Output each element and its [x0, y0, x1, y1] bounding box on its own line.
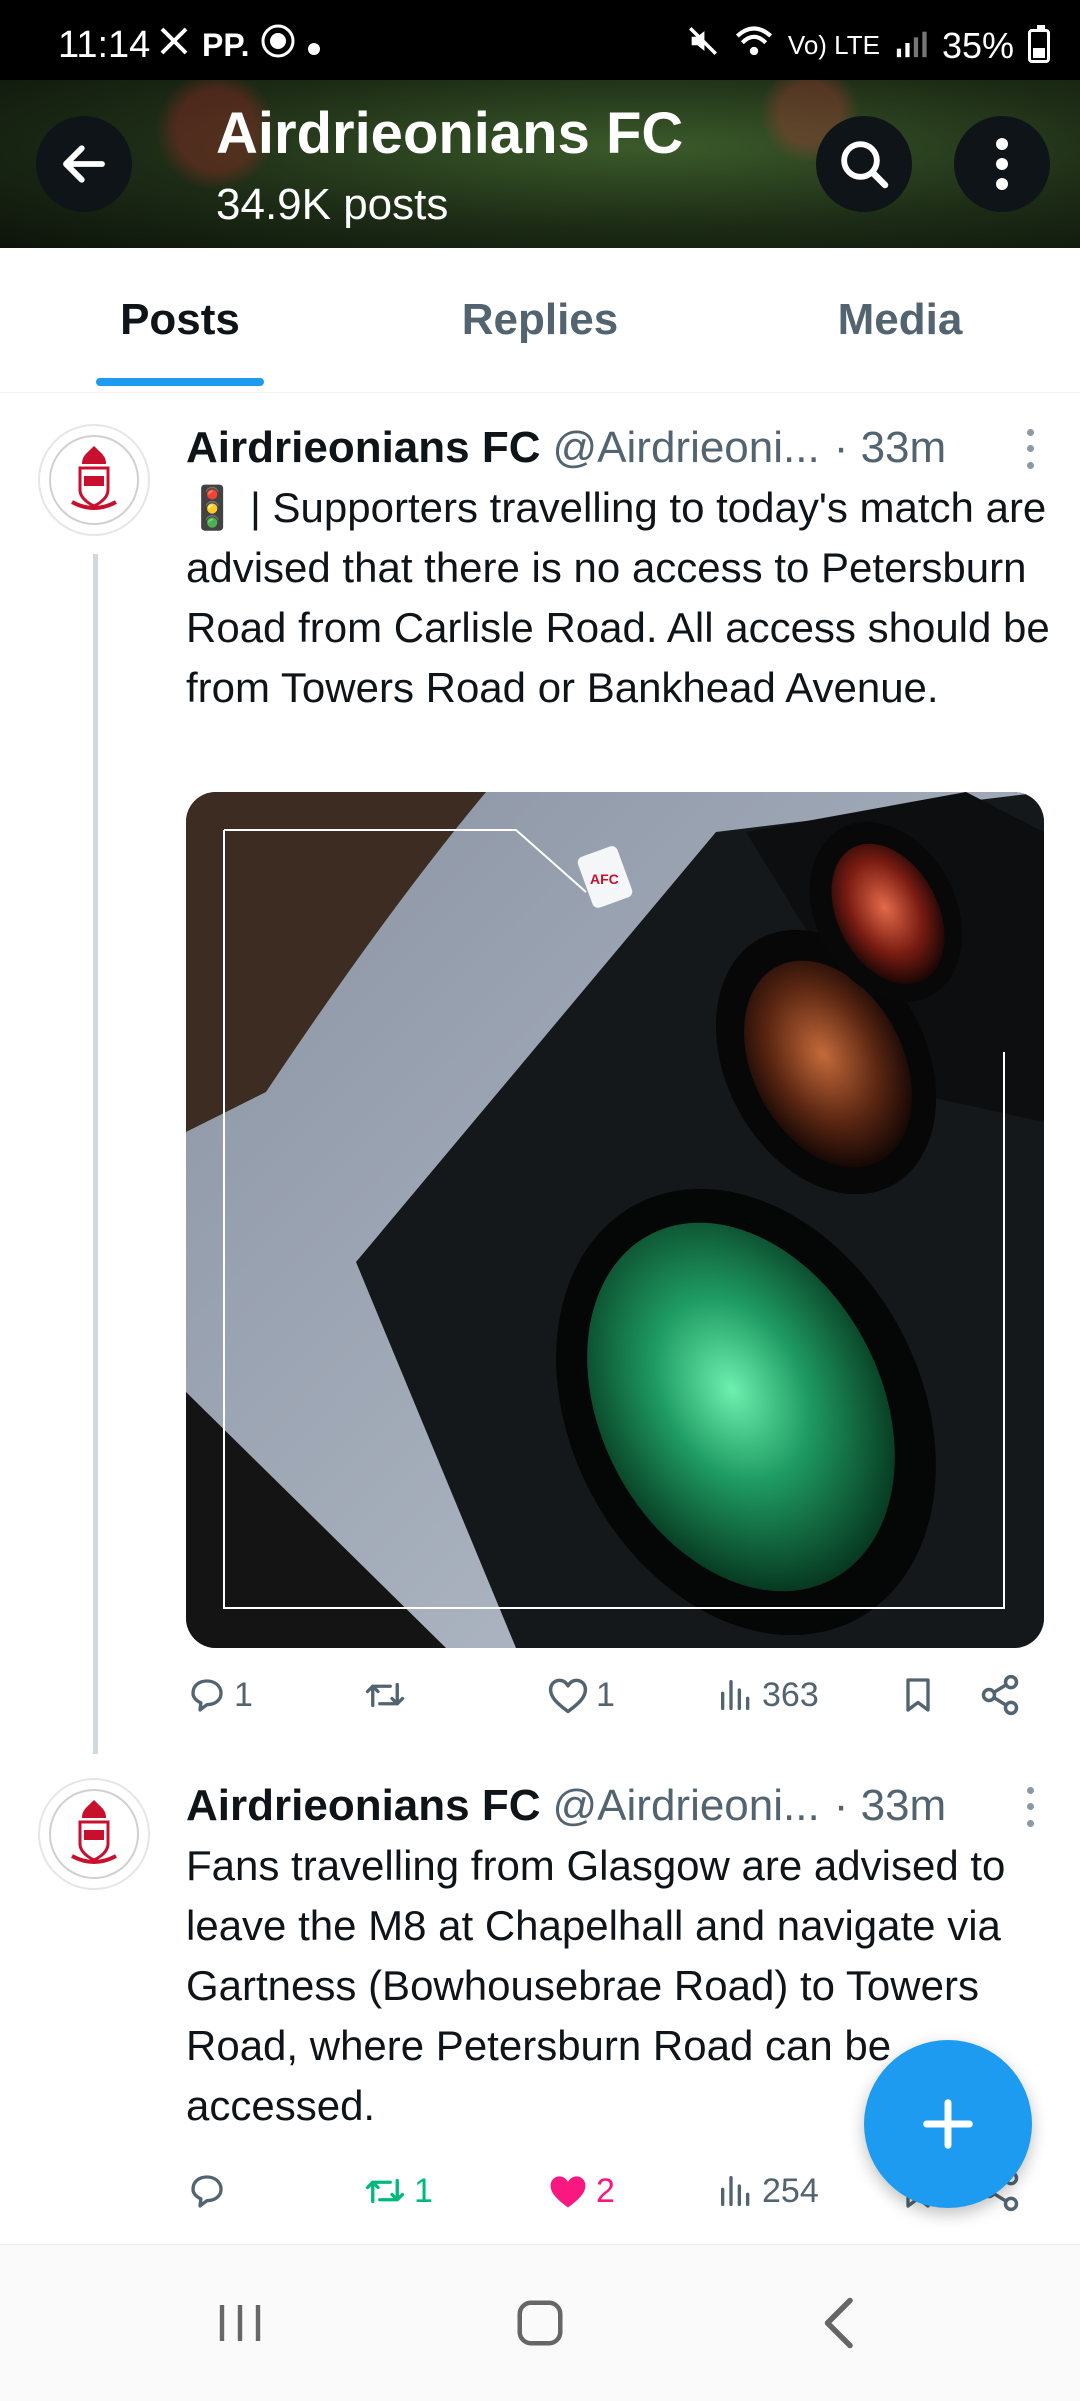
reply-button[interactable]: 1	[186, 1660, 253, 1730]
post-time[interactable]: · 33m	[834, 423, 946, 473]
status-time: 11:14	[58, 24, 151, 66]
author-handle[interactable]: @Airdrieoni...	[553, 423, 820, 473]
x-icon	[158, 25, 190, 65]
page-title: Airdrieonians FC	[216, 101, 684, 166]
share-button[interactable]	[978, 1660, 1022, 1730]
share-icon	[981, 1674, 1019, 1716]
repost-button[interactable]: 1	[362, 2156, 433, 2226]
tab-media[interactable]: Media	[720, 248, 1080, 392]
post-more-button[interactable]	[1010, 424, 1050, 474]
bookmark-icon	[906, 1678, 930, 1712]
post-count: 34.9K posts	[216, 180, 449, 229]
search-icon	[841, 141, 889, 189]
reply-icon	[191, 1679, 223, 1712]
repost-count: 1	[414, 2171, 433, 2210]
views-icon	[721, 1680, 750, 1710]
recents-icon	[219, 2305, 261, 2341]
chevron-left-icon	[824, 2297, 853, 2349]
views-button[interactable]: 254	[716, 2156, 819, 2226]
home-button[interactable]	[480, 2281, 600, 2365]
avatar[interactable]	[38, 424, 150, 536]
home-icon	[517, 2300, 563, 2346]
image-logo-text: AFC	[590, 871, 619, 887]
post-header: Airdrieonians FC @Airdrieoni... · 33m	[186, 418, 1050, 478]
arrow-left-icon	[63, 145, 105, 183]
battery-icon	[1028, 24, 1050, 63]
view-count: 254	[762, 2171, 819, 2210]
club-crest-icon	[49, 435, 139, 525]
repost-icon	[365, 1682, 405, 1708]
battery-percent: 35%	[941, 24, 1014, 66]
profile-header: Airdrieonians FC 34.9K posts	[0, 80, 1080, 248]
like-button[interactable]: 2	[546, 2156, 615, 2226]
status-left-icons: PP.	[158, 24, 321, 66]
nord-icon	[261, 24, 295, 66]
repost-icon	[365, 2178, 405, 2204]
network-label: Vo) LTE	[787, 30, 880, 60]
post-image[interactable]: AFC	[186, 792, 1044, 1648]
pp-icon: PP.	[202, 26, 250, 63]
more-vertical-icon	[996, 138, 1008, 190]
wifi-icon	[734, 24, 774, 67]
repost-button[interactable]	[362, 1660, 414, 1730]
thread-line	[93, 554, 98, 1754]
dot-icon	[307, 27, 321, 64]
more-options-button[interactable]	[954, 116, 1050, 212]
views-icon	[721, 2176, 750, 2206]
recents-button[interactable]	[180, 2281, 300, 2365]
post-actions: 1 1 363	[186, 1660, 1046, 1730]
tab-posts[interactable]: Posts	[0, 248, 360, 392]
tab-replies[interactable]: Replies	[360, 248, 720, 392]
reply-icon	[191, 2175, 223, 2208]
traffic-light-image: AFC	[186, 792, 1044, 1648]
plus-icon	[923, 2099, 973, 2149]
profile-tabs: Posts Replies Media	[0, 248, 1080, 393]
like-count: 1	[596, 1675, 615, 1714]
avatar[interactable]	[38, 1778, 150, 1890]
post-header: Airdrieonians FC @Airdrieoni... · 33m	[186, 1776, 1050, 1836]
author-handle[interactable]: @Airdrieoni...	[553, 1781, 820, 1831]
back-nav-button[interactable]	[780, 2281, 900, 2365]
reply-button[interactable]	[186, 2156, 234, 2226]
active-tab-indicator	[96, 378, 264, 386]
author-name[interactable]: Airdrieonians FC	[186, 1781, 541, 1831]
heart-icon	[548, 1678, 588, 1714]
views-button[interactable]: 363	[716, 1660, 819, 1730]
author-name[interactable]: Airdrieonians FC	[186, 423, 541, 473]
reply-count: 1	[234, 1675, 253, 1714]
view-count: 363	[762, 1675, 819, 1714]
status-right-icons: Vo) LTE 35%	[686, 24, 1050, 67]
status-bar: 11:14 PP. Vo) LTE 35%	[0, 0, 1080, 80]
post-text: 🚦 | Supporters travelling to today's mat…	[186, 484, 1050, 711]
search-button[interactable]	[816, 116, 912, 212]
compose-button[interactable]	[864, 2040, 1032, 2208]
club-crest-icon	[49, 1789, 139, 1879]
mute-icon	[686, 24, 720, 67]
post-time[interactable]: · 33m	[834, 1781, 946, 1831]
system-nav-bar	[0, 2244, 1080, 2401]
back-button[interactable]	[36, 116, 132, 212]
bookmark-button[interactable]	[898, 1660, 938, 1730]
like-count: 2	[596, 2171, 615, 2210]
like-button[interactable]: 1	[546, 1660, 615, 1730]
heart-filled-icon	[550, 2176, 586, 2208]
post-more-button[interactable]	[1010, 1782, 1050, 1832]
signal-icon	[894, 25, 928, 67]
post-item[interactable]: Airdrieonians FC @Airdrieoni... · 33m 🚦 …	[0, 394, 1080, 1754]
